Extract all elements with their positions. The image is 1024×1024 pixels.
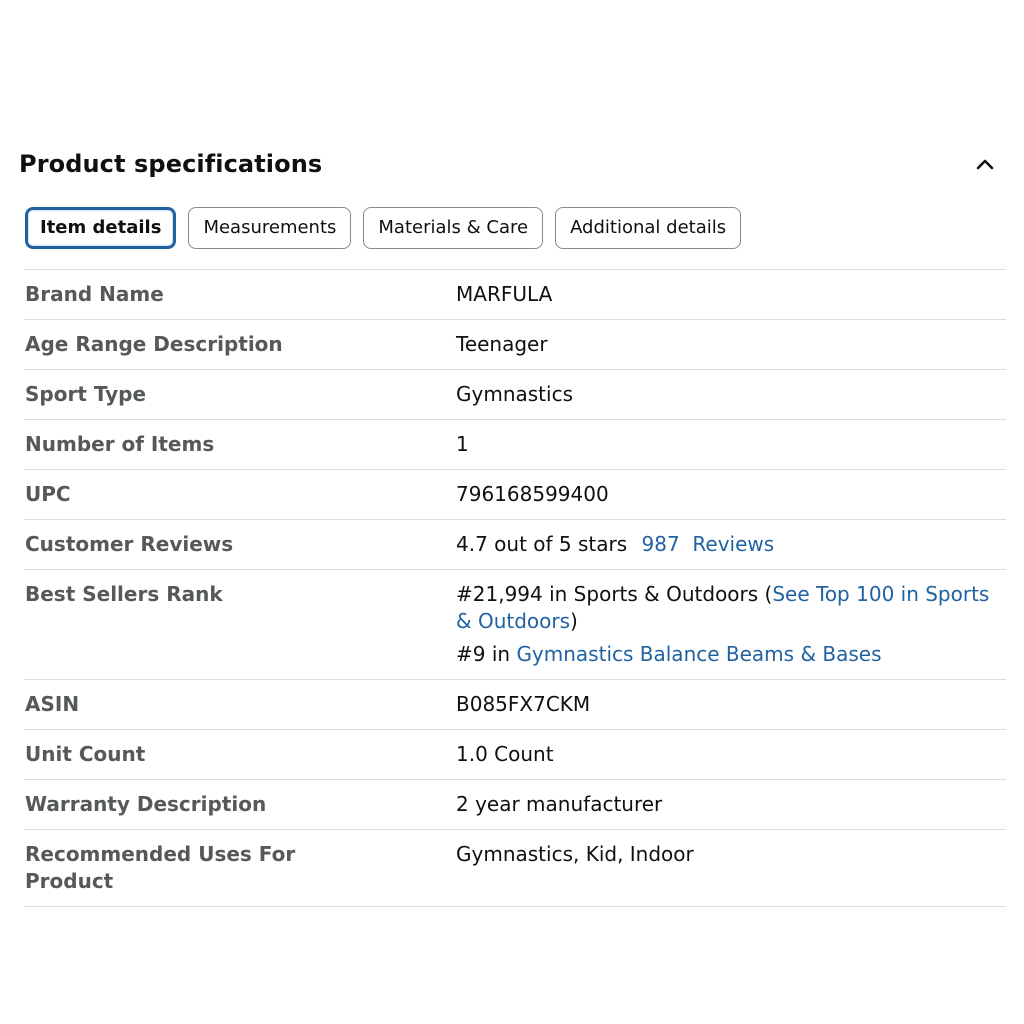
spec-row-sport-type: Sport Type Gymnastics <box>24 369 1006 420</box>
spec-row-best-sellers-rank: Best Sellers Rank #21,994 in Sports & Ou… <box>24 569 1006 680</box>
section-title: Product specifications <box>19 150 323 178</box>
spec-row-customer-reviews: Customer Reviews 4.7 out of 5 stars 987 … <box>24 519 1006 570</box>
review-count: 987 <box>641 532 680 556</box>
spec-table: Brand Name MARFULA Age Range Description… <box>24 269 1006 907</box>
spec-label: ASIN <box>25 692 80 716</box>
rating-text[interactable]: 4.7 out of 5 stars <box>456 532 627 556</box>
spec-value: Gymnastics <box>456 382 573 406</box>
tab-materials-care[interactable]: Materials & Care <box>363 207 544 249</box>
spec-label: UPC <box>25 482 71 506</box>
spec-label: Number of Items <box>25 432 215 456</box>
spec-tabs: Item details Measurements Materials & Ca… <box>25 207 742 249</box>
spec-label: Warranty Description <box>25 792 267 816</box>
rank-line-category: #9 in Gymnastics Balance Beams & Bases <box>456 641 1006 668</box>
section-header: Product specifications <box>19 146 1005 182</box>
rank1-suffix: ) <box>570 609 578 633</box>
rank2-prefix: #9 in <box>456 642 517 666</box>
review-count-link[interactable]: 987 Reviews <box>642 532 775 556</box>
spec-label: Age Range Description <box>25 332 283 356</box>
spec-label: Recommended Uses For Product <box>25 842 296 893</box>
spec-label: Unit Count <box>25 742 146 766</box>
rank-line-primary: #21,994 in Sports & Outdoors (See Top 10… <box>456 581 1006 635</box>
tab-additional-details[interactable]: Additional details <box>555 207 742 249</box>
product-specifications-page: Product specifications Item details Meas… <box>0 0 1024 1024</box>
spec-value: B085FX7CKM <box>456 692 591 716</box>
spec-value: 4.7 out of 5 stars 987 Reviews <box>455 520 1006 570</box>
balance-beams-category-link[interactable]: Gymnastics Balance Beams & Bases <box>516 642 881 666</box>
tab-item-details[interactable]: Item details <box>25 207 177 249</box>
spec-row-number-of-items: Number of Items 1 <box>24 419 1006 470</box>
spec-row-brand-name: Brand Name MARFULA <box>24 269 1006 320</box>
spec-row-warranty: Warranty Description 2 year manufacturer <box>24 779 1006 830</box>
spec-value: 2 year manufacturer <box>456 792 663 816</box>
spec-label: Sport Type <box>25 382 147 406</box>
spec-value: MARFULA <box>456 282 553 306</box>
spec-value: #21,994 in Sports & Outdoors (See Top 10… <box>455 570 1006 680</box>
spec-label: Customer Reviews <box>25 532 234 556</box>
spec-label: Best Sellers Rank <box>25 582 223 606</box>
spec-label: Brand Name <box>25 282 164 306</box>
spec-value: Gymnastics, Kid, Indoor <box>456 842 694 866</box>
spec-row-age-range: Age Range Description Teenager <box>24 319 1006 370</box>
spec-row-unit-count: Unit Count 1.0 Count <box>24 729 1006 780</box>
spec-row-asin: ASIN B085FX7CKM <box>24 679 1006 730</box>
tab-measurements[interactable]: Measurements <box>188 207 352 249</box>
spec-value: 796168599400 <box>456 482 609 506</box>
spec-value: 1.0 Count <box>456 742 554 766</box>
spec-value: Teenager <box>456 332 548 356</box>
collapse-button[interactable] <box>971 150 999 178</box>
rank1-prefix: #21,994 in Sports & Outdoors ( <box>456 582 773 606</box>
spec-row-recommended-uses: Recommended Uses For Product Gymnastics,… <box>24 829 1006 907</box>
reviews-link-label: Reviews <box>692 532 775 556</box>
spec-row-upc: UPC 796168599400 <box>24 469 1006 520</box>
spec-value: 1 <box>456 432 469 456</box>
chevron-up-icon <box>976 159 994 170</box>
